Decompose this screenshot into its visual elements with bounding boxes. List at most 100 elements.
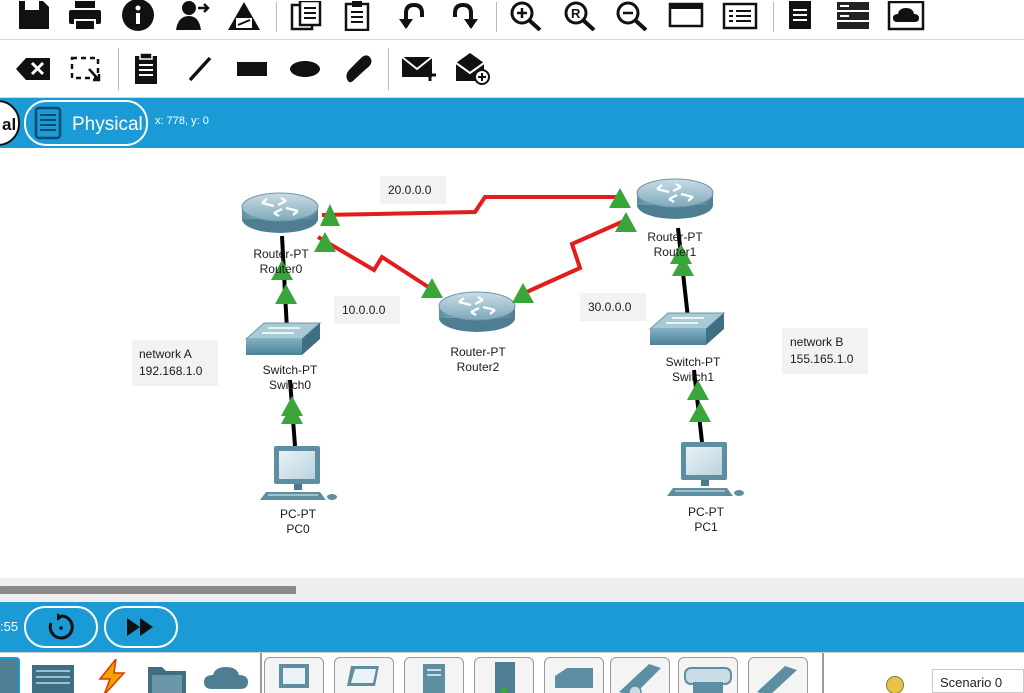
router0-model: Router-PT — [253, 247, 309, 261]
pc1-model: PC-PT — [688, 505, 725, 519]
pc1[interactable] — [666, 441, 745, 497]
toolbar-separator — [496, 2, 497, 32]
cluster-icon[interactable] — [834, 0, 872, 32]
copy-icon[interactable] — [288, 0, 324, 32]
custom-device-dialog-icon[interactable] — [720, 0, 760, 32]
zoom-out-icon[interactable] — [613, 0, 651, 32]
voip-icon — [684, 667, 732, 693]
network-b-name: network B — [790, 335, 843, 349]
router0-name: Router0 — [260, 262, 303, 276]
horizontal-scrollbar[interactable] — [0, 578, 1024, 602]
physical-tab[interactable]: Physical — [24, 100, 148, 146]
viewport-icon[interactable] — [784, 0, 816, 32]
toolbar-separator — [773, 2, 774, 32]
cloud-view-icon[interactable] — [886, 0, 926, 32]
main-toolbar: R — [0, 0, 1024, 40]
add-simple-pdu-icon[interactable] — [399, 52, 439, 86]
link-label-10: 10.0.0.0 — [342, 303, 386, 317]
resize-shape-icon[interactable] — [68, 54, 104, 84]
add-complex-pdu-icon[interactable] — [452, 50, 492, 86]
paste-icon[interactable] — [341, 0, 377, 32]
info-icon[interactable] — [120, 0, 156, 32]
router2-model: Router-PT — [450, 345, 506, 359]
router2-name: Router2 — [457, 360, 500, 374]
tablet-device-button[interactable] — [474, 657, 534, 693]
laptop-icon — [347, 666, 379, 686]
reset-icon — [48, 613, 74, 640]
pc-device-button[interactable] — [264, 657, 324, 693]
serial-link-r2-r1[interactable] — [519, 219, 625, 297]
link-up-indicator — [512, 283, 534, 303]
rack-icon — [34, 106, 62, 140]
pc0-name: PC0 — [286, 522, 310, 536]
scenario-select[interactable]: Scenario 0 — [932, 669, 1024, 693]
switch0-name: Switch0 — [269, 378, 311, 392]
place-note-icon[interactable] — [130, 52, 162, 86]
misc-category-icon[interactable] — [144, 661, 190, 693]
laptop-device-button[interactable] — [334, 657, 394, 693]
switch1-model: Switch-PT — [666, 355, 721, 369]
zoom-reset-icon[interactable]: R — [561, 0, 599, 32]
drawing-palette-icon[interactable] — [666, 0, 706, 32]
analog-phone-icon — [757, 666, 797, 693]
scrollbar-thumb[interactable] — [0, 586, 296, 594]
activity-wizard-icon[interactable] — [172, 0, 212, 32]
logical-tab-label: al — [2, 115, 17, 134]
switch1[interactable] — [649, 312, 725, 346]
multiuser-cloud-icon[interactable] — [202, 663, 250, 693]
server-device-button[interactable] — [404, 657, 464, 693]
freeform-icon[interactable] — [340, 52, 376, 86]
palette-divider — [260, 653, 262, 693]
switch1-name: Switch1 — [672, 370, 714, 384]
delete-icon[interactable] — [14, 54, 52, 84]
router0[interactable] — [240, 191, 320, 235]
network-devices-category-icon[interactable] — [0, 657, 20, 693]
router2[interactable] — [437, 290, 517, 334]
router1[interactable] — [635, 177, 715, 221]
pc0[interactable] — [259, 445, 338, 501]
cursor-coordinates: x: 778, y: 0 — [155, 115, 209, 127]
undo-icon[interactable] — [395, 0, 431, 32]
device-palette — [0, 652, 1024, 693]
reset-time-button[interactable] — [24, 606, 98, 648]
link-up-indicator — [314, 232, 336, 252]
printer-device-icon — [555, 668, 593, 688]
packet-tracer-window: { "toolbar_main": { "icons": ["save-icon… — [0, 0, 1024, 693]
draw-ellipse-icon[interactable] — [287, 54, 323, 84]
palette-divider — [822, 653, 824, 693]
connections-category-icon[interactable] — [92, 656, 130, 693]
link-label-30: 30.0.0.0 — [588, 300, 632, 314]
router1-model: Router-PT — [647, 230, 703, 244]
pc-icon — [279, 664, 309, 688]
serial-link-r0-r1[interactable] — [321, 195, 618, 217]
toolbar-separator — [118, 48, 119, 90]
voip-device-button[interactable] — [678, 657, 738, 693]
switch0[interactable] — [245, 322, 321, 356]
toolbar-separator — [276, 2, 277, 32]
end-devices-category-icon[interactable] — [30, 663, 76, 693]
print-icon[interactable] — [67, 0, 103, 32]
serial-link-r0-r2[interactable] — [316, 235, 438, 294]
draw-line-icon[interactable] — [184, 54, 216, 84]
redo-icon[interactable] — [446, 0, 482, 32]
ip-phone-device-button[interactable] — [610, 657, 670, 693]
physical-tab-label: Physical — [72, 114, 143, 135]
printer-device-button[interactable] — [544, 657, 604, 693]
fast-forward-button[interactable] — [104, 606, 178, 648]
custom-pdu-icon[interactable] — [226, 0, 262, 32]
time-display: :55 — [0, 619, 19, 634]
draw-rectangle-icon[interactable] — [234, 54, 270, 84]
network-a-address: 192.168.1.0 — [139, 364, 203, 378]
save-icon[interactable] — [15, 0, 51, 32]
link-up-indicator — [275, 284, 297, 304]
scenario-info-icon[interactable] — [886, 676, 904, 693]
pc1-name: PC1 — [694, 520, 718, 534]
phone-device-button[interactable] — [748, 657, 808, 693]
logical-tab[interactable]: al — [0, 100, 20, 146]
zoom-in-icon[interactable] — [507, 0, 545, 32]
svg-text:R: R — [571, 6, 581, 21]
topology-canvas: 20.0.0.0 10.0.0.0 30.0.0.0 network A 192… — [132, 176, 868, 536]
pc0-model: PC-PT — [280, 507, 317, 521]
logical-workspace[interactable]: 20.0.0.0 10.0.0.0 30.0.0.0 network A 192… — [0, 148, 1024, 578]
toolbar-separator — [388, 48, 389, 90]
